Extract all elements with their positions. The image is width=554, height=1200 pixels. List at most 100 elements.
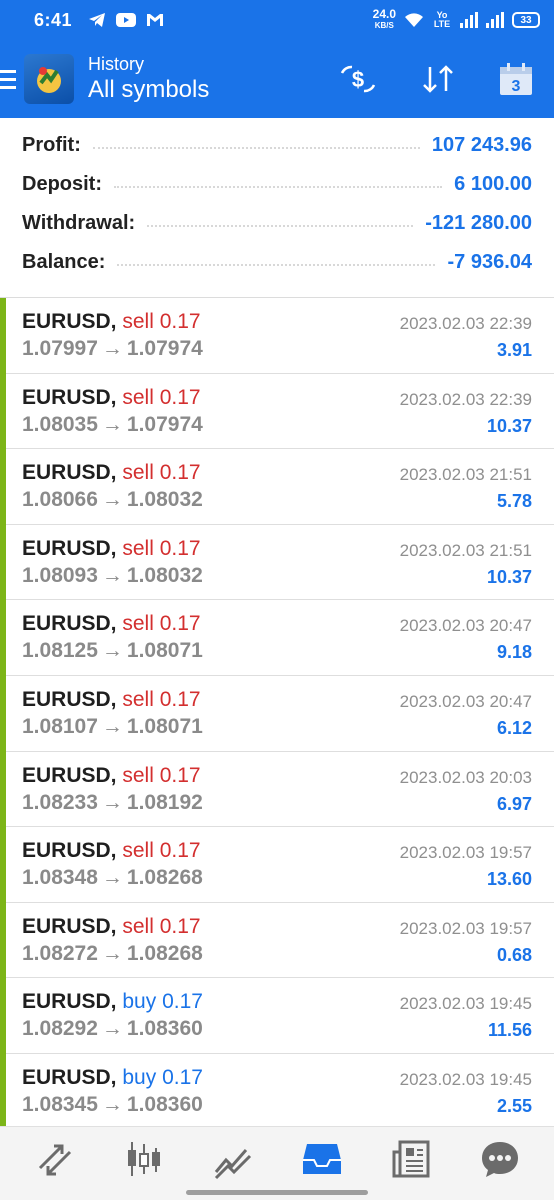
deal-profit: 13.60 [486,869,532,890]
deal-type: sell [122,612,154,636]
deal-open-price: 1.08107 [22,714,98,738]
arrow-icon: → [101,488,123,512]
deal-time: 2023.02.03 21:51 [399,465,532,485]
summary-label: Deposit: [22,173,102,195]
arrow-icon: → [101,563,123,587]
deal-profit: 11.56 [487,1020,532,1041]
deal-row[interactable]: EURUSD, sell 0.17 1.08107 → 1.08071 2023.02.… [0,675,554,752]
home-indicator[interactable] [186,1190,368,1195]
sort-button[interactable] [418,63,458,95]
calendar-button[interactable]: 3 [498,61,534,97]
deal-time: 2023.02.03 21:51 [399,540,532,560]
deal-row[interactable]: EURUSD, sell 0.17 1.08093 → 1.08032 2023.02.… [0,524,554,601]
deal-row[interactable]: EURUSD, sell 0.17 1.08348 → 1.08268 2023.02.… [0,827,554,903]
app-bar-titles: History All symbols [88,53,209,105]
volte-label: Yo LTE [433,10,451,29]
nav-news[interactable] [381,1129,441,1189]
nav-messages[interactable] [470,1129,530,1189]
menu-icon[interactable] [0,69,16,89]
deal-volume: 0.17 [162,990,203,1014]
deal-marker [0,827,6,903]
status-time: 6:41 [34,9,73,30]
deal-symbol: EURUSD, [22,763,117,787]
deal-close-price: 1.08360 [126,1017,203,1041]
summary-row-deposit: Deposit: 6 100.00 [0,165,554,204]
nav-trade[interactable] [203,1129,263,1189]
deal-volume: 0.17 [159,839,201,863]
messages-icon [481,1141,518,1177]
deal-open-price: 1.08233 [22,790,98,814]
deal-row[interactable]: EURUSD, buy 0.17 1.08292 → 1.08360 2023.02.0… [0,978,554,1054]
wifi-icon [405,13,423,27]
nav-quotes[interactable] [25,1129,85,1189]
deal-volume: 0.17 [159,687,201,711]
summary-value: 6 100.00 [454,173,532,195]
arrow-icon: → [101,1092,123,1116]
battery-icon: 33 [512,12,540,28]
deal-type: buy [122,990,157,1014]
deal-profit: 10.37 [486,566,532,587]
arrow-icon: → [101,714,123,738]
quotes-icon [38,1144,71,1175]
deal-symbol: EURUSD, [22,914,117,938]
deal-open-price: 1.08292 [22,1017,98,1041]
deal-profit: 6.12 [496,717,532,738]
arrow-icon: → [101,866,123,890]
deal-symbol: EURUSD, [22,687,117,711]
summary-row-withdrawal: Withdrawal: -121 280.00 [0,204,554,243]
deal-close-price: 1.08032 [126,488,203,512]
signal-icon [460,12,478,28]
deal-type: sell [122,839,154,863]
deal-type: sell [122,914,154,938]
deal-symbol: EURUSD, [22,536,117,560]
summary-row-balance: Balance: -7 936.04 [0,243,554,282]
deal-time: 2023.02.03 20:03 [399,767,532,787]
deal-time: 2023.02.03 20:47 [399,691,532,711]
deal-volume: 0.17 [159,310,201,333]
deal-marker [0,600,6,676]
sort-icon [423,65,453,93]
screen-title[interactable]: All symbols [88,75,209,105]
deal-close-price: 1.08268 [126,866,203,890]
trade-icon [214,1148,251,1179]
summary-label: Balance: [22,251,106,273]
deal-row[interactable]: EURUSD, buy 0.17 1.08345 → 1.08360 2023.02.0… [0,1053,554,1130]
deal-open-price: 1.08125 [22,639,98,663]
app-bar: History All symbols $ 3 [0,40,554,118]
deal-time: 2023.02.03 19:45 [399,994,532,1014]
deal-close-price: 1.08071 [126,714,203,738]
deal-close-price: 1.08071 [126,639,203,663]
arrow-icon: → [101,639,123,663]
deal-volume: 0.17 [159,385,201,409]
deal-time: 2023.02.03 22:39 [399,314,532,333]
deal-type: sell [122,385,154,409]
currency-filter-button[interactable]: $ [338,63,378,95]
deal-time: 2023.02.03 19:57 [399,843,532,863]
deal-row[interactable]: EURUSD, sell 0.17 1.08066 → 1.08032 2023.02.… [0,449,554,525]
deal-open-price: 1.08035 [22,412,98,436]
calendar-day: 3 [512,78,521,95]
deal-profit: 10.37 [486,415,532,436]
deal-row[interactable]: EURUSD, sell 0.17 1.08125 → 1.08071 2023.02.… [0,600,554,676]
nav-chart[interactable] [114,1129,174,1189]
arrow-icon: → [101,790,123,814]
deal-marker [0,524,6,601]
deal-symbol: EURUSD, [22,310,117,333]
deal-profit: 2.55 [496,1095,532,1116]
deal-close-price: 1.07974 [126,412,203,436]
app-logo [24,54,74,104]
summary-value: 107 243.96 [431,134,532,156]
deal-row[interactable]: EURUSD, sell 0.17 1.08233 → 1.08192 2023.02.… [0,751,554,828]
deal-open-price: 1.07997 [22,337,98,360]
deal-type: buy [122,1065,157,1089]
deal-row[interactable]: EURUSD, sell 0.17 1.08035 → 1.07974 2023.02.… [0,373,554,450]
network-speed: 24.0 KB/S [372,7,396,30]
arrow-icon: → [101,1017,123,1041]
deal-marker [0,978,6,1054]
deal-open-price: 1.08345 [22,1092,98,1116]
deal-profit: 3.91 [496,340,532,360]
deal-row[interactable]: EURUSD, sell 0.17 1.08272 → 1.08268 2023.02.… [0,902,554,979]
gmail-icon [147,14,164,26]
nav-history[interactable] [292,1129,352,1189]
deal-row[interactable]: EURUSD, sell 0.17 1.07997 → 1.07974 2023.02.… [0,298,554,374]
